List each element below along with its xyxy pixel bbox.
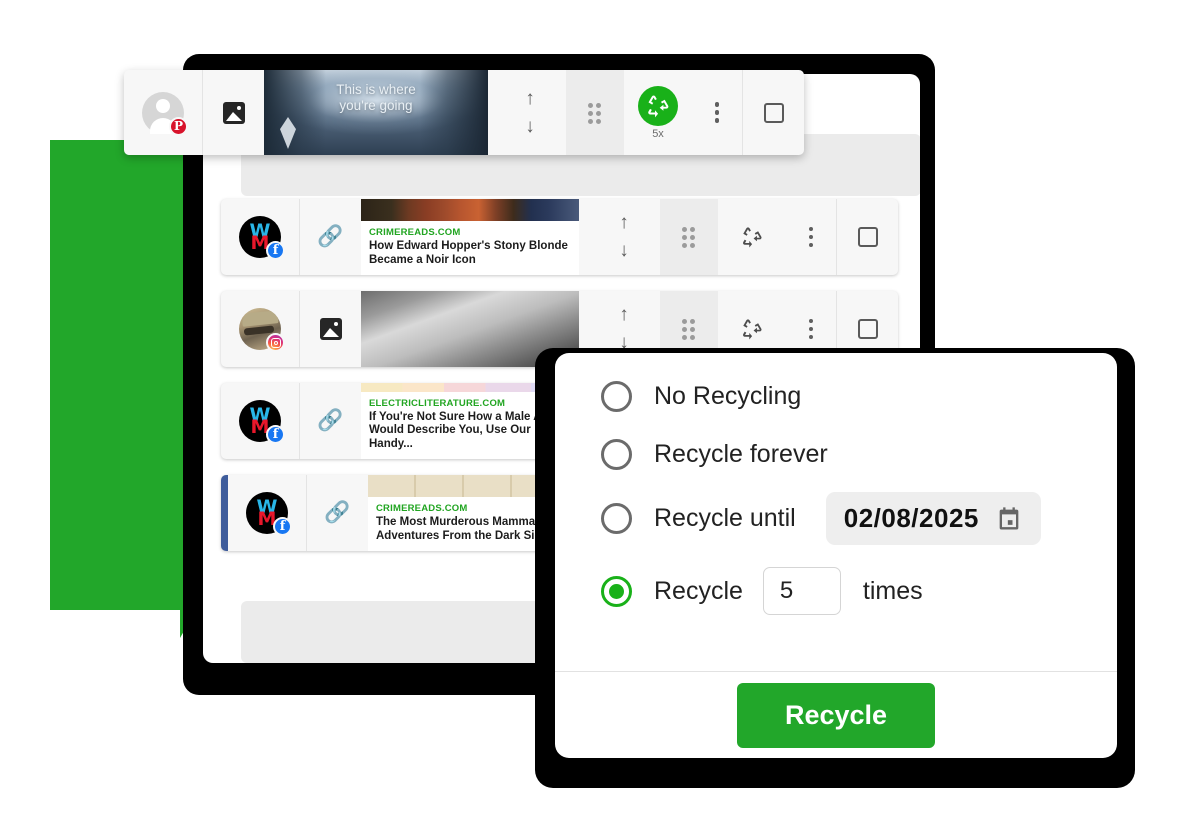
select-checkbox[interactable]	[857, 227, 878, 247]
option-recycle-forever[interactable]: Recycle forever	[555, 412, 1117, 470]
more-options-button[interactable]	[786, 199, 836, 275]
radio-no-recycling[interactable]	[601, 381, 632, 412]
hero-caption-line2: you're going	[339, 98, 413, 113]
row-post-type-cell: 🔗	[299, 383, 361, 459]
avatar: WM f	[239, 400, 285, 444]
move-up-button[interactable]: ↑	[525, 89, 535, 108]
drag-handle[interactable]	[660, 199, 718, 275]
select-checkbox[interactable]	[857, 319, 878, 339]
avatar: P	[142, 91, 188, 136]
date-value: 02/08/2025	[843, 503, 979, 533]
avatar: WM f	[239, 216, 285, 260]
radio-recycle-times[interactable]	[601, 575, 632, 607]
move-down-button[interactable]: ↓	[619, 241, 629, 260]
recycle-icon	[648, 95, 669, 117]
pinterest-badge-icon: P	[169, 116, 188, 136]
active-post-toolbar[interactable]: P This is where you're going ↑ ↓ 5x	[124, 70, 804, 155]
row-post-type-cell	[299, 291, 361, 367]
row-avatar-cell: WM f	[221, 199, 299, 275]
recycle-button-active[interactable]: 5x	[624, 70, 692, 155]
row-post-type-cell: 🔗	[306, 475, 368, 551]
radio-recycle-until[interactable]	[601, 503, 632, 534]
tree-silhouette-right	[420, 70, 488, 155]
radio-recycle-forever[interactable]	[601, 439, 632, 470]
select-checkbox[interactable]	[763, 102, 784, 123]
hero-caption-line1: This is where	[336, 82, 416, 97]
option-label: Recycle	[654, 576, 743, 605]
row-post-type-cell: 🔗	[299, 199, 361, 275]
recycle-icon	[743, 319, 762, 340]
move-up-button[interactable]: ↑	[619, 213, 629, 232]
image-icon	[222, 101, 245, 124]
row-preview-cell[interactable]: CRIMEREADS.COM How Edward Hopper's Stony…	[361, 199, 579, 275]
facebook-badge-icon: f	[266, 241, 285, 260]
drag-handle[interactable]	[566, 70, 624, 155]
post-domain: CRIMEREADS.COM	[369, 227, 461, 238]
recycle-icon	[743, 227, 762, 248]
option-recycle-times[interactable]: Recycle 5 times	[555, 545, 1117, 615]
toolbar-reorder-cell: ↑ ↓	[494, 70, 566, 155]
more-options-icon	[808, 318, 814, 340]
radio-selected-dot	[609, 583, 624, 599]
option-label: No Recycling	[654, 382, 802, 410]
table-row[interactable]: WM f 🔗 CRIMEREADS.COM How Edward Hopper'…	[221, 199, 898, 275]
facebook-badge-icon: f	[273, 517, 292, 536]
instagram-badge-icon	[266, 333, 285, 352]
recycle-button[interactable]	[718, 199, 786, 275]
drag-handle-icon	[587, 102, 603, 124]
row-reorder-cell: ↑ ↓	[588, 199, 660, 275]
toolbar-post-type-cell	[202, 70, 264, 155]
times-suffix-label: times	[862, 576, 923, 605]
more-options-icon	[808, 226, 814, 248]
facebook-badge-icon: f	[266, 425, 285, 444]
row-avatar-cell: WM f	[228, 475, 306, 551]
avatar: WM f	[246, 492, 292, 536]
option-label: Recycle forever	[654, 440, 828, 468]
row-spacer	[579, 199, 588, 275]
post-text: CRIMEREADS.COM How Edward Hopper's Stony…	[361, 221, 579, 275]
more-options-button[interactable]	[692, 70, 742, 155]
move-down-button[interactable]: ↓	[525, 117, 535, 136]
row-avatar-cell	[221, 291, 299, 367]
recycle-dialog: No Recycling Recycle forever Recycle unt…	[555, 353, 1117, 758]
tree-silhouette-left	[264, 70, 326, 155]
link-icon: 🔗	[317, 225, 344, 248]
calendar-icon[interactable]	[995, 505, 1023, 533]
row-avatar-cell: WM f	[221, 383, 299, 459]
drag-handle-icon	[681, 319, 697, 340]
avatar	[239, 308, 285, 352]
link-icon: 🔗	[324, 501, 351, 524]
option-label: Recycle until	[654, 504, 796, 532]
more-options-icon	[714, 102, 720, 123]
times-input[interactable]: 5	[762, 567, 841, 615]
drag-handle-icon	[681, 227, 697, 248]
recycle-count-label: 5x	[652, 127, 664, 140]
recycle-active-badge	[638, 85, 678, 126]
recycle-dialog-frame: No Recycling Recycle forever Recycle unt…	[535, 348, 1135, 788]
toolbar-select-cell[interactable]	[742, 70, 804, 155]
image-icon	[319, 318, 342, 340]
toolbar-post-thumbnail[interactable]: This is where you're going	[264, 70, 488, 155]
dialog-footer: Recycle	[555, 672, 1117, 758]
hero-caption: This is where you're going	[336, 82, 416, 114]
recycle-submit-button[interactable]: Recycle	[736, 682, 936, 748]
post-thumbnail	[361, 199, 579, 221]
option-no-recycling[interactable]: No Recycling	[555, 353, 1117, 412]
link-icon: 🔗	[317, 409, 344, 432]
post-title: How Edward Hopper's Stony Blonde Became …	[369, 240, 568, 266]
move-up-button[interactable]: ↑	[619, 305, 629, 324]
row-select-cell[interactable]	[836, 199, 898, 275]
toolbar-avatar-cell: P	[124, 70, 202, 155]
option-recycle-until[interactable]: Recycle until 02/08/2025	[555, 470, 1117, 545]
date-field[interactable]: 02/08/2025	[825, 492, 1041, 545]
